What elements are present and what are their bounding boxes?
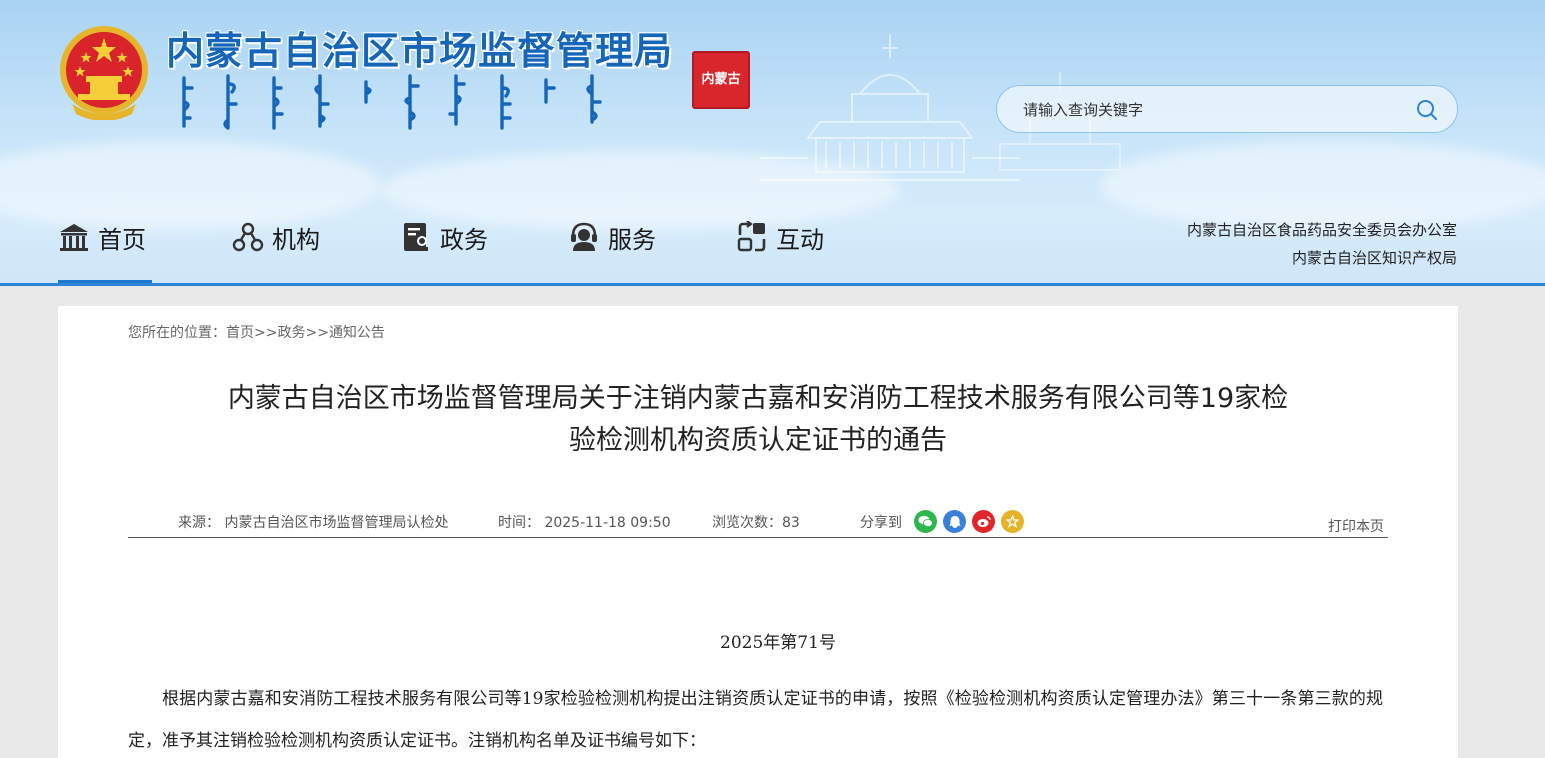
print-button[interactable]: 打印本页	[1328, 516, 1384, 536]
search-box	[996, 85, 1458, 133]
building-illustration	[760, 34, 1020, 181]
service-icon	[571, 222, 597, 251]
article-meta: 来源： 内蒙古自治区市场监督管理局认检处 时间： 2025-11-18 09:5…	[128, 510, 1388, 538]
breadcrumb-government-affairs[interactable]: 政务	[277, 325, 305, 341]
related-links: 内蒙古自治区食品药品安全委员会办公室 内蒙古自治区知识产权局	[1187, 216, 1457, 272]
breadcrumb: 您所在的位置：首页>>政务>>通知公告	[128, 322, 385, 342]
article-source: 来源： 内蒙古自治区市场监督管理局认检处	[178, 515, 449, 531]
seal-logo: 内蒙古	[692, 51, 750, 109]
article-views: 浏览次数：83	[712, 515, 800, 531]
nav-label: 服务	[608, 225, 656, 254]
article-title-line: 验检测机构资质认定证书的通告	[569, 425, 947, 456]
site-header: 内蒙古自治区市场监督管理局 内蒙古 请输入查询关键字 首页 机构 政务 服务 互…	[0, 0, 1545, 286]
search-input[interactable]	[1023, 97, 1403, 123]
nav-service[interactable]: 服务	[568, 210, 656, 264]
mongolian-script-title	[182, 74, 602, 130]
article-title-line: 内蒙古自治区市场监督管理局关于注销内蒙古嘉和安消防工程技术服务有限公司等19家检	[227, 383, 1289, 414]
favorite-icon[interactable]	[1001, 510, 1024, 533]
article-title: 内蒙古自治区市场监督管理局关于注销内蒙古嘉和安消防工程技术服务有限公司等19家检…	[188, 378, 1328, 462]
nav-label: 首页	[98, 225, 146, 254]
breadcrumb-separator: >>	[254, 325, 278, 341]
home-icon	[60, 224, 88, 251]
share-icons	[914, 510, 1030, 533]
nav-label: 机构	[272, 225, 320, 254]
article-body: 根据内蒙古嘉和安消防工程技术服务有限公司等19家检验检测机构提出注销资质认定证书…	[128, 689, 1383, 751]
breadcrumb-separator: >>	[305, 325, 329, 341]
qq-icon[interactable]	[943, 510, 966, 533]
nav-label: 互动	[776, 225, 824, 254]
site-title: 内蒙古自治区市场监督管理局	[166, 29, 674, 73]
search-icon[interactable]	[1415, 98, 1439, 122]
share-label: 分享到	[860, 515, 902, 531]
nav-organization[interactable]: 机构	[232, 210, 320, 264]
main-nav: 首页 机构 政务 服务 互动	[58, 210, 904, 286]
national-emblem	[60, 26, 148, 120]
document-icon	[404, 223, 428, 251]
article-container: 您所在的位置：首页>>政务>>通知公告 内蒙古自治区市场监督管理局关于注销内蒙古…	[58, 306, 1458, 758]
breadcrumb-prefix: 您所在的位置：	[128, 325, 226, 341]
wechat-icon[interactable]	[914, 510, 937, 533]
article-time: 时间： 2025-11-18 09:50	[498, 515, 671, 531]
org-icon	[232, 222, 264, 252]
nav-home[interactable]: 首页	[58, 210, 152, 286]
nav-government-affairs[interactable]: 政务	[400, 210, 488, 264]
nav-interaction[interactable]: 互动	[736, 210, 824, 264]
breadcrumb-home[interactable]: 首页	[226, 325, 254, 341]
header-divider	[0, 283, 1545, 286]
breadcrumb-notices[interactable]: 通知公告	[329, 325, 385, 341]
weibo-icon[interactable]	[972, 510, 995, 533]
link-food-drug-safety-office[interactable]: 内蒙古自治区食品药品安全委员会办公室	[1187, 216, 1457, 244]
link-intellectual-property-office[interactable]: 内蒙古自治区知识产权局	[1187, 244, 1457, 272]
document-number: 2025年第71号	[720, 633, 836, 653]
interact-icon	[737, 221, 766, 252]
nav-label: 政务	[440, 225, 488, 254]
